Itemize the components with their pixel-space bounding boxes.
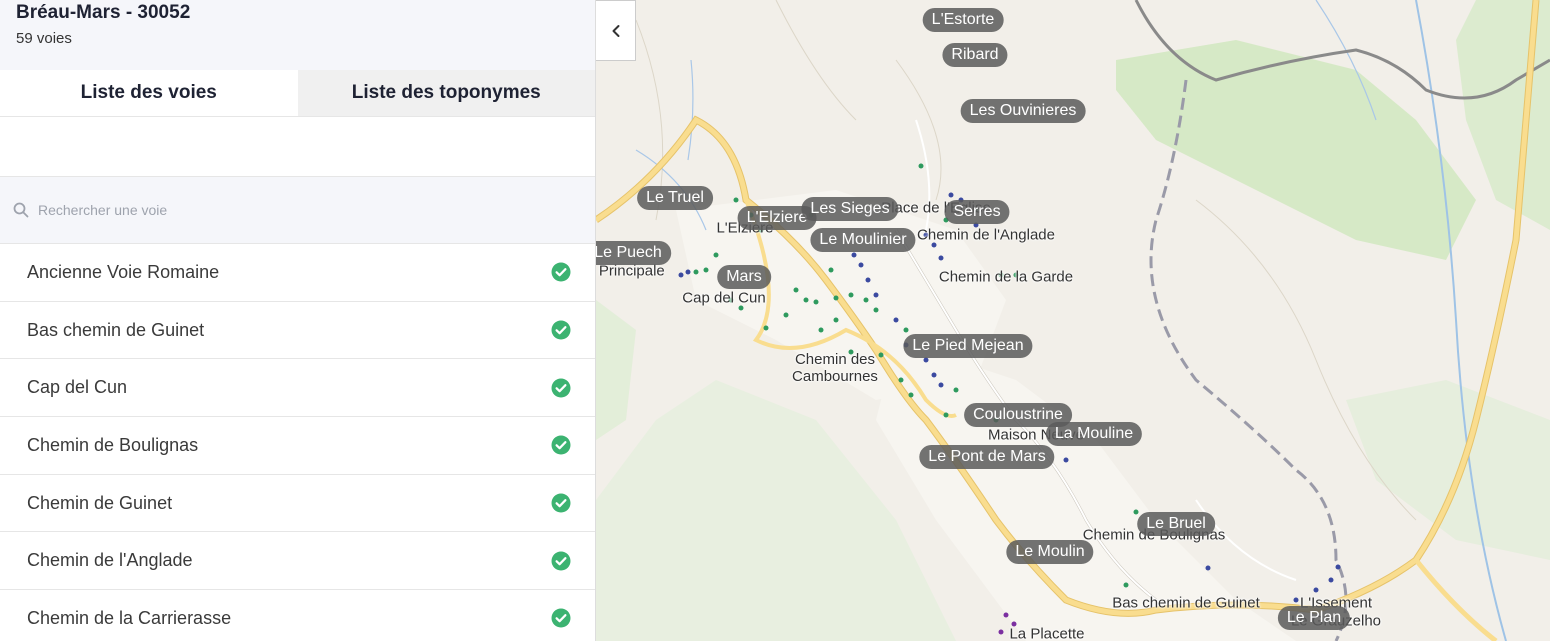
toponym-marker[interactable]: Le Bruel xyxy=(1137,512,1215,536)
voie-label: Cap del Cun xyxy=(27,377,128,398)
toponym-marker[interactable]: Le Moulin xyxy=(1006,540,1094,564)
check-circle-icon xyxy=(551,493,571,513)
search-bar xyxy=(0,177,595,244)
commune-title: Bréau-Mars - 30052 xyxy=(16,2,191,23)
toponym-marker[interactable]: Serres xyxy=(944,200,1010,224)
street-label: La Placette xyxy=(1009,625,1085,641)
tab-liste-des-voies[interactable]: Liste des voies xyxy=(0,70,298,116)
tab-liste-des-toponymes[interactable]: Liste des toponymes xyxy=(297,70,595,116)
toponym-marker[interactable]: Mars xyxy=(717,265,771,289)
toponym-marker[interactable]: Les Sieges xyxy=(801,197,899,221)
check-circle-icon xyxy=(551,608,571,628)
list-item[interactable]: Chemin de la Carrierasse xyxy=(0,590,595,641)
street-label: Chemin de la Garde xyxy=(938,268,1074,286)
voie-label: Chemin de la Carrierasse xyxy=(27,607,232,628)
empty-toolbar-area xyxy=(0,116,595,177)
map-view[interactable]: L'Elziere Place de l'Eglise Chemin de l'… xyxy=(596,0,1550,641)
check-circle-icon xyxy=(551,378,571,398)
voie-label: Bas chemin de Guinet xyxy=(27,319,205,340)
list-item[interactable]: Ancienne Voie Romaine xyxy=(0,244,595,302)
voie-label: Chemin de Guinet xyxy=(27,492,173,513)
toponym-marker[interactable]: Le Truel xyxy=(637,186,713,210)
street-label: Rue Principale xyxy=(596,262,665,280)
check-circle-icon xyxy=(551,435,571,455)
chevron-left-icon xyxy=(612,24,619,37)
check-circle-icon xyxy=(551,551,571,571)
toponym-marker[interactable]: L'Estorte xyxy=(922,8,1004,32)
voies-count: 59 voies xyxy=(16,30,72,47)
tabs: Liste des voies Liste des toponymes xyxy=(0,70,595,116)
commune-header: Bréau-Mars - 30052 59 voies xyxy=(0,0,595,70)
toponym-marker[interactable]: Ribard xyxy=(942,43,1008,67)
street-label: Chemin des Cambournes xyxy=(792,351,878,385)
toponym-marker[interactable]: Le Moulinier xyxy=(810,228,916,252)
voie-list: Ancienne Voie Romaine Bas chemin de Guin… xyxy=(0,244,595,641)
search-input[interactable] xyxy=(38,202,538,218)
list-item[interactable]: Chemin de l'Anglade xyxy=(0,532,595,591)
list-item[interactable]: Bas chemin de Guinet xyxy=(0,302,595,360)
search-icon xyxy=(13,202,29,218)
collapse-sidebar-button[interactable] xyxy=(596,0,636,61)
sidebar: Bréau-Mars - 30052 59 voies Liste des vo… xyxy=(0,0,596,641)
toponym-marker[interactable]: Le Pied Mejean xyxy=(903,334,1033,358)
toponym-marker[interactable]: Le Plan xyxy=(1277,606,1351,630)
list-item[interactable]: Chemin de Boulignas xyxy=(0,417,595,475)
street-label: Bas chemin de Guinet xyxy=(1112,594,1260,612)
check-circle-icon xyxy=(551,262,571,282)
toponym-marker[interactable]: Le Puech xyxy=(596,241,671,265)
list-item[interactable]: Chemin de Guinet xyxy=(0,475,595,533)
street-label: Chemin de l'Anglade xyxy=(917,226,1055,244)
check-circle-icon xyxy=(551,320,571,340)
toponym-marker[interactable]: La Mouline xyxy=(1045,422,1143,446)
voie-label: Chemin de l'Anglade xyxy=(27,550,193,571)
voie-label: Chemin de Boulignas xyxy=(27,434,199,455)
toponym-marker[interactable]: Les Ouvinieres xyxy=(960,99,1086,123)
toponym-marker[interactable]: Le Pont de Mars xyxy=(919,445,1055,469)
street-label: Cap del Cun xyxy=(682,289,766,307)
voie-label: Ancienne Voie Romaine xyxy=(27,261,220,282)
list-item[interactable]: Cap del Cun xyxy=(0,359,595,418)
